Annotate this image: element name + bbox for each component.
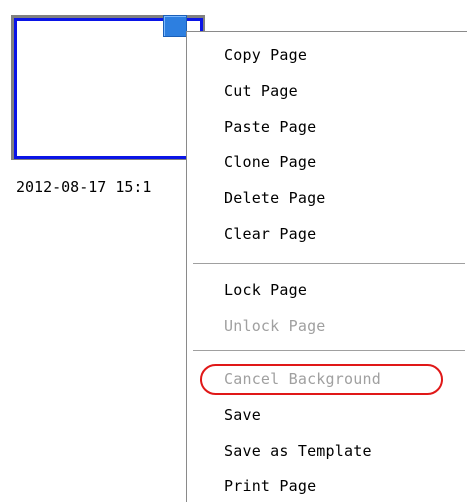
menu-item-paste-page[interactable]: Paste Page bbox=[224, 112, 316, 142]
menu-item-cancel-background: Cancel Background bbox=[224, 370, 381, 388]
menu-item-copy-page[interactable]: Copy Page bbox=[224, 40, 307, 70]
menu-item-unlock-page: Unlock Page bbox=[224, 317, 326, 335]
menu-item-delete-page[interactable]: Delete Page bbox=[224, 183, 326, 213]
menu-item-clear-page[interactable]: Clear Page bbox=[224, 219, 316, 249]
menu-item-clone-page[interactable]: Clone Page bbox=[224, 147, 316, 177]
page-thumbnail-canvas[interactable]: 1 bbox=[14, 18, 203, 159]
menu-item-save[interactable]: Save bbox=[224, 400, 261, 430]
page-menu-dropdown-icon[interactable] bbox=[163, 15, 187, 37]
menu-separator bbox=[193, 263, 465, 265]
menu-item-save-as-template[interactable]: Save as Template bbox=[224, 436, 372, 466]
page-context-menu: Copy Page Cut Page Paste Page Clone Page… bbox=[186, 31, 467, 502]
menu-item-lock-page[interactable]: Lock Page bbox=[224, 275, 307, 305]
menu-separator bbox=[193, 350, 465, 352]
menu-item-print-page[interactable]: Print Page bbox=[224, 471, 316, 501]
page-timestamp: 2012-08-17 15:1 bbox=[16, 178, 152, 196]
menu-item-cut-page[interactable]: Cut Page bbox=[224, 76, 298, 106]
